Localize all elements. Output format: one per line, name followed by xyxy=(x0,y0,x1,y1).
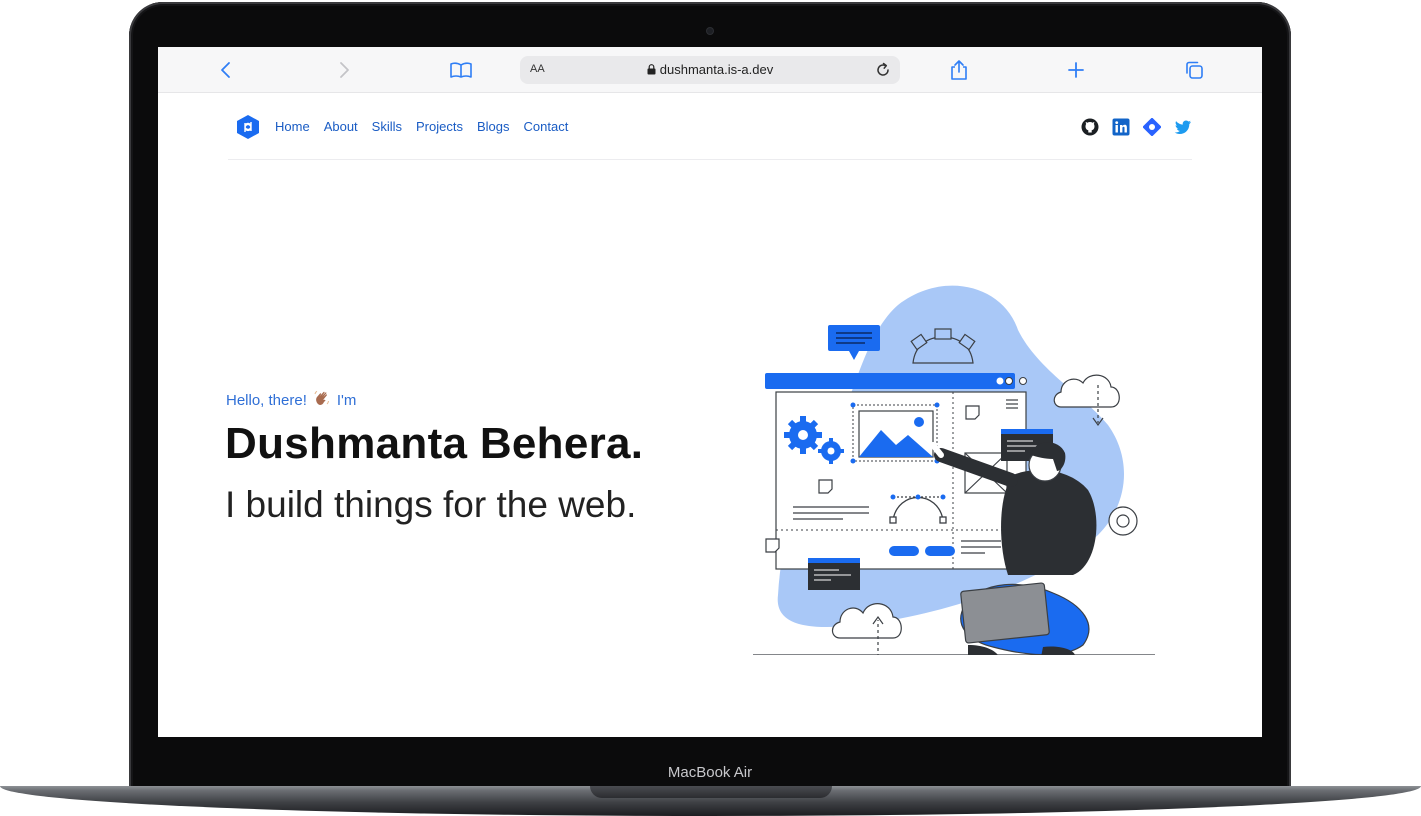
browser-toolbar: AA dushmanta.is-a.dev xyxy=(158,47,1262,93)
window-dot xyxy=(1005,377,1013,385)
gear-right-icon xyxy=(1108,506,1138,536)
social-links xyxy=(1081,117,1192,137)
device-label: MacBook Air xyxy=(667,764,753,781)
camera xyxy=(707,28,713,34)
code-panel-icon xyxy=(808,558,860,590)
address-bar[interactable]: AA dushmanta.is-a.dev xyxy=(520,56,900,84)
hero-greeting: Hello, there! I'm xyxy=(226,389,356,411)
nav-links: Home About Skills Projects Blogs Contact xyxy=(275,119,568,134)
window-bar xyxy=(765,373,1015,389)
image-placeholder-icon xyxy=(850,402,940,464)
laptop-notch xyxy=(590,786,832,798)
hashnode-icon[interactable] xyxy=(1142,117,1162,137)
nav-home[interactable]: Home xyxy=(275,119,310,134)
hero-name: Dushmanta Behera. xyxy=(225,419,644,468)
hero-tagline: I build things for the web. xyxy=(225,484,637,525)
window-dot xyxy=(1019,377,1027,385)
greeting-suffix: I'm xyxy=(336,391,357,409)
gear-top-icon xyxy=(910,328,976,364)
new-tab-icon[interactable] xyxy=(1062,56,1090,84)
window-dot xyxy=(996,377,1004,385)
pill-button xyxy=(925,546,955,556)
site-logo[interactable] xyxy=(236,114,260,140)
developer-illustration xyxy=(753,285,1155,655)
site-nav: Home About Skills Projects Blogs Contact xyxy=(228,92,1192,160)
pill-button xyxy=(889,546,919,556)
nav-contact[interactable]: Contact xyxy=(524,119,569,134)
tabs-icon[interactable] xyxy=(1180,56,1208,84)
reload-icon[interactable] xyxy=(874,61,892,79)
wave-icon xyxy=(313,389,331,411)
twitter-icon[interactable] xyxy=(1174,118,1192,136)
browser-window: AA dushmanta.is-a.dev Home About Skills … xyxy=(158,47,1262,737)
share-icon[interactable] xyxy=(945,56,973,84)
lock-icon xyxy=(647,63,656,78)
nav-about[interactable]: About xyxy=(324,119,358,134)
back-icon[interactable] xyxy=(212,56,240,84)
linkedin-icon[interactable] xyxy=(1112,118,1130,136)
nav-projects[interactable]: Projects xyxy=(416,119,463,134)
github-icon[interactable] xyxy=(1081,118,1099,136)
greeting-text: Hello, there! xyxy=(226,391,307,409)
nav-blogs[interactable]: Blogs xyxy=(477,119,510,134)
nav-skills[interactable]: Skills xyxy=(372,119,402,134)
bookmarks-icon[interactable] xyxy=(447,56,475,84)
url-field[interactable]: dushmanta.is-a.dev xyxy=(520,62,900,78)
url-text: dushmanta.is-a.dev xyxy=(659,62,774,77)
forward-icon[interactable] xyxy=(330,56,358,84)
